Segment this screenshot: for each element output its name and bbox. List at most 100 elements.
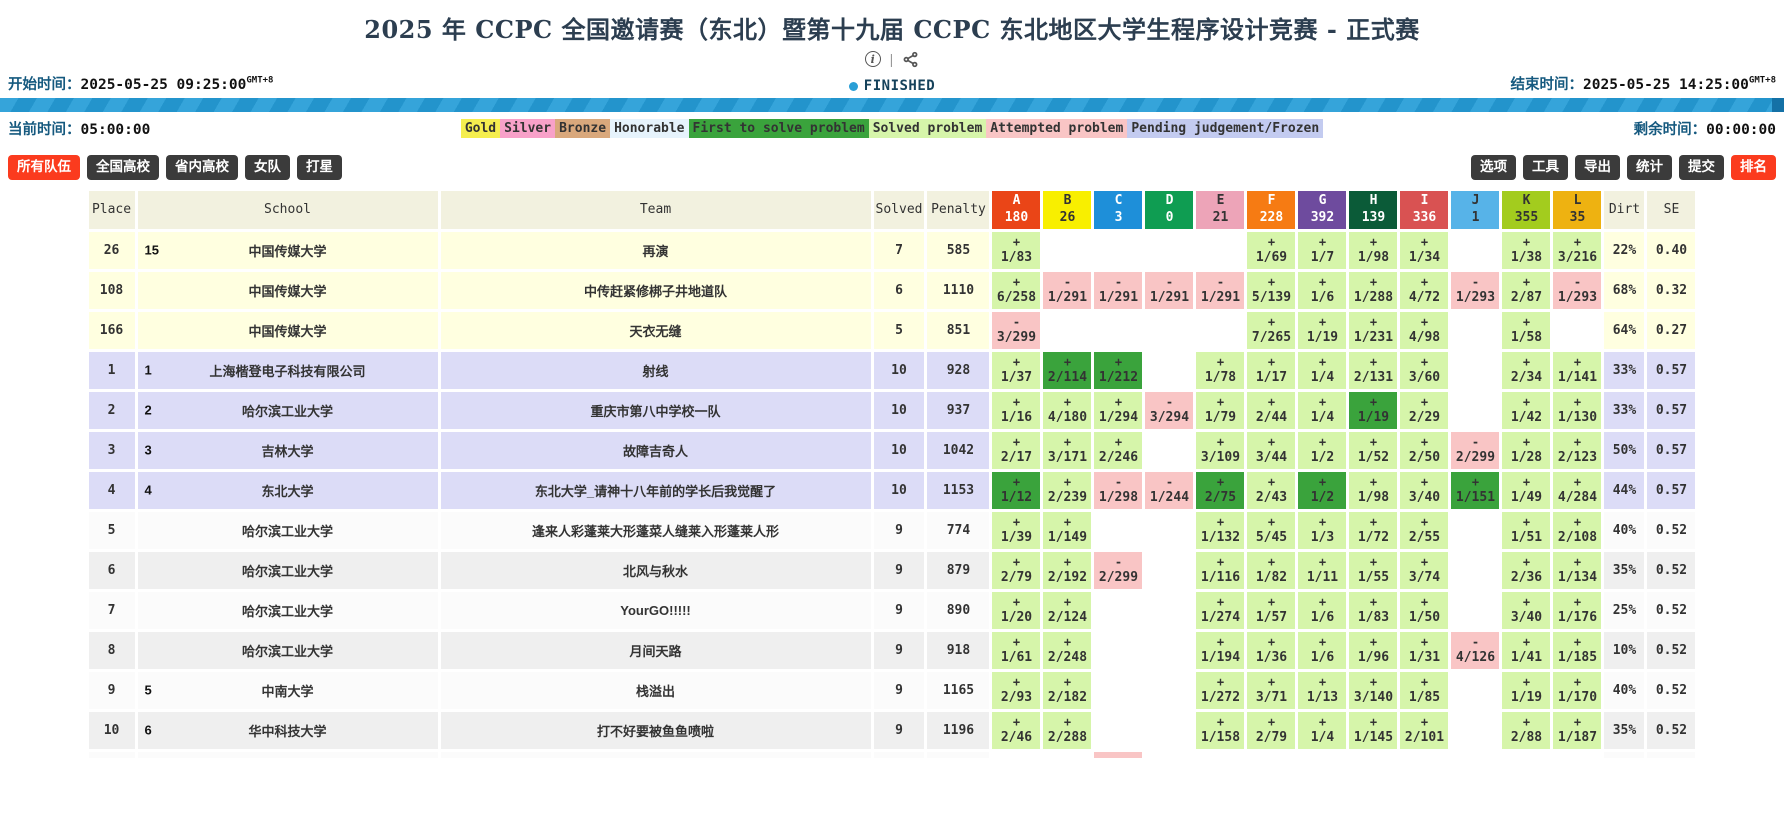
action-button-3[interactable]: 统计 — [1627, 155, 1672, 180]
attempt-sign: + — [994, 595, 1038, 610]
progress-end-cap — [1772, 98, 1784, 112]
attempt-tries-time: 2/88 — [1504, 730, 1548, 745]
problem-letter: G — [1298, 193, 1346, 210]
problem-cell-D: -3/294 — [1145, 392, 1193, 429]
problem-cell-I: +2/55 — [1400, 512, 1448, 549]
attempt-tries-time: 2/123 — [1555, 450, 1599, 465]
dirt-cell: 64% — [1604, 312, 1644, 349]
team-cell: 逢来人彩蓬莱大形蓬菜人缝莱入形蓬莱人形 — [441, 512, 871, 549]
attempt-tries-time: 3/140 — [1351, 690, 1395, 705]
attempt-sign: + — [1249, 475, 1293, 490]
team-row[interactable]: 33吉林大学故障吉奇人101042+2/17+3/171+2/246+3/109… — [89, 432, 1696, 469]
attempt-tries-time: 3/60 — [1402, 370, 1446, 385]
problem-cell-K: +2/87 — [1502, 272, 1550, 309]
penalty-cell: 585 — [927, 232, 989, 269]
start-time: 开始时间：2025-05-25 09:25:00GMT+8 — [8, 73, 273, 94]
action-button-2[interactable]: 导出 — [1575, 155, 1620, 180]
problem-cell-B: -1/291 — [1043, 272, 1091, 309]
se-cell: 0.57 — [1647, 352, 1695, 389]
problem-cell-A: +1/83 — [992, 232, 1040, 269]
school-rank-badge: 15 — [145, 243, 159, 258]
school-rank-badge: 6 — [145, 723, 152, 738]
attempt-tries-time: 2/192 — [1045, 570, 1089, 585]
problem-cell-A: +2/79 — [992, 552, 1040, 589]
school-rank-badge: 2 — [145, 403, 152, 418]
legend-gold: Gold — [461, 119, 500, 138]
team-row[interactable]: 106华中科技大学打不好要被鱼鱼喷啦91196+2/46+2/288+1/158… — [89, 712, 1696, 749]
team-row[interactable]: 95中南大学栈溢出91165+2/93+2/182+1/272+3/71+1/1… — [89, 672, 1696, 709]
team-row[interactable]: 2615中国传媒大学再演7585+1/83+1/69+1/7+1/98+1/34… — [89, 232, 1696, 269]
school-name: 中南大学 — [262, 684, 314, 699]
attempt-sign: + — [1096, 395, 1140, 410]
problem-cell-G: +1/6 — [1298, 632, 1346, 669]
attempt-tries-time: 1/36 — [1249, 650, 1293, 665]
problem-cell-L: +3/216 — [1553, 232, 1601, 269]
penalty-cell: 1110 — [927, 272, 989, 309]
team-row[interactable]: 22哈尔滨工业大学重庆市第八中学校一队10937+1/16+4/180+1/29… — [89, 392, 1696, 429]
problem-header-L: L35 — [1553, 191, 1601, 229]
attempt-sign: + — [1300, 395, 1344, 410]
attempt-sign: + — [1249, 355, 1293, 370]
dirt-cell: 33% — [1604, 352, 1644, 389]
attempt-tries-time: 2/46 — [994, 730, 1038, 745]
problem-cell-L — [1553, 312, 1601, 349]
icon-divider: | — [890, 51, 894, 67]
dirt-cell: 33% — [1604, 392, 1644, 429]
problem-cell-J: +1/151 — [1451, 472, 1499, 509]
filter-button-1[interactable]: 全国高校 — [87, 155, 159, 180]
problem-balloon-count: 228 — [1247, 210, 1295, 227]
attempt-sign: + — [1351, 435, 1395, 450]
problem-cell-I: +3/40 — [1400, 472, 1448, 509]
team-row[interactable]: 166中国传媒大学天衣无缝5851-3/299+7/265+1/19+1/231… — [89, 312, 1696, 349]
action-button-4[interactable]: 提交 — [1679, 155, 1724, 180]
problem-cell-J — [1451, 392, 1499, 429]
attempt-tries-time: 1/51 — [1504, 530, 1548, 545]
problem-cell-I: +3/74 — [1400, 552, 1448, 589]
team-row[interactable]: 44东北大学东北大学_请神十八年前的学长后我觉醒了101153+1/12+2/2… — [89, 472, 1696, 509]
team-row[interactable]: 5哈尔滨工业大学逢来人彩蓬莱大形蓬菜人缝莱入形蓬莱人形9774+1/39+1/1… — [89, 512, 1696, 549]
team-row[interactable]: 11上海楷登电子科技有限公司射线10928+1/37+2/114+1/212+1… — [89, 352, 1696, 389]
attempt-tries-time: 2/50 — [1402, 450, 1446, 465]
problem-cell-D — [1145, 312, 1193, 349]
attempt-tries-time: 1/19 — [1351, 410, 1395, 425]
problem-cell-F: +3/71 — [1247, 672, 1295, 709]
filter-button-2[interactable]: 省内高校 — [166, 155, 238, 180]
action-button-1[interactable]: 工具 — [1523, 155, 1568, 180]
action-button-0[interactable]: 选项 — [1471, 155, 1516, 180]
problem-cell-K: +2/88 — [1502, 712, 1550, 749]
attempt-sign: - — [1147, 475, 1191, 490]
team-cell: 再演 — [441, 232, 871, 269]
team-row[interactable]: 8哈尔滨工业大学月间天路9918+1/61+2/248+1/194+1/36+1… — [89, 632, 1696, 669]
column-header-team: Team — [441, 191, 871, 229]
info-icon[interactable]: i — [865, 51, 881, 67]
attempt-sign: + — [1300, 715, 1344, 730]
team-row[interactable]: 7哈尔滨工业大学YourGO!!!!!9890+1/20+2/124+1/274… — [89, 592, 1696, 629]
problem-cell-A: +1/16 — [992, 392, 1040, 429]
attempt-tries-time: 1/130 — [1555, 410, 1599, 425]
team-row[interactable]: 6哈尔滨工业大学北风与秋水9879+2/79+2/192-2/299+1/116… — [89, 552, 1696, 589]
solved-cell: 9 — [874, 512, 925, 549]
share-icon[interactable] — [902, 51, 919, 68]
problem-letter: H — [1349, 193, 1397, 210]
attempt-tries-time: 1/244 — [1147, 490, 1191, 505]
problem-cell-I — [1400, 752, 1448, 758]
team-row[interactable] — [89, 752, 1696, 758]
action-button-5[interactable]: 排名 — [1731, 155, 1776, 180]
filter-button-3[interactable]: 女队 — [245, 155, 290, 180]
contest-progress-bar[interactable] — [0, 98, 1784, 112]
problem-letter: I — [1400, 193, 1448, 210]
attempt-tries-time: 1/293 — [1453, 290, 1497, 305]
attempt-tries-time: 1/194 — [1198, 650, 1242, 665]
problem-cell-F: +1/69 — [1247, 232, 1295, 269]
problem-cell-L: -1/293 — [1553, 272, 1601, 309]
problem-cell-C — [1094, 512, 1142, 549]
attempt-tries-time: 1/31 — [1402, 650, 1446, 665]
team-row[interactable]: 108中国传媒大学中传赶紧修梆子井地道队61110+6/258-1/291-1/… — [89, 272, 1696, 309]
attempt-tries-time: 1/19 — [1504, 690, 1548, 705]
attempt-tries-time: 1/13 — [1300, 690, 1344, 705]
filter-button-0[interactable]: 所有队伍 — [8, 155, 80, 180]
problem-cell-K: +1/49 — [1502, 472, 1550, 509]
attempt-sign: + — [1402, 555, 1446, 570]
problem-cell-G: +1/2 — [1298, 432, 1346, 469]
filter-button-4[interactable]: 打星 — [297, 155, 342, 180]
